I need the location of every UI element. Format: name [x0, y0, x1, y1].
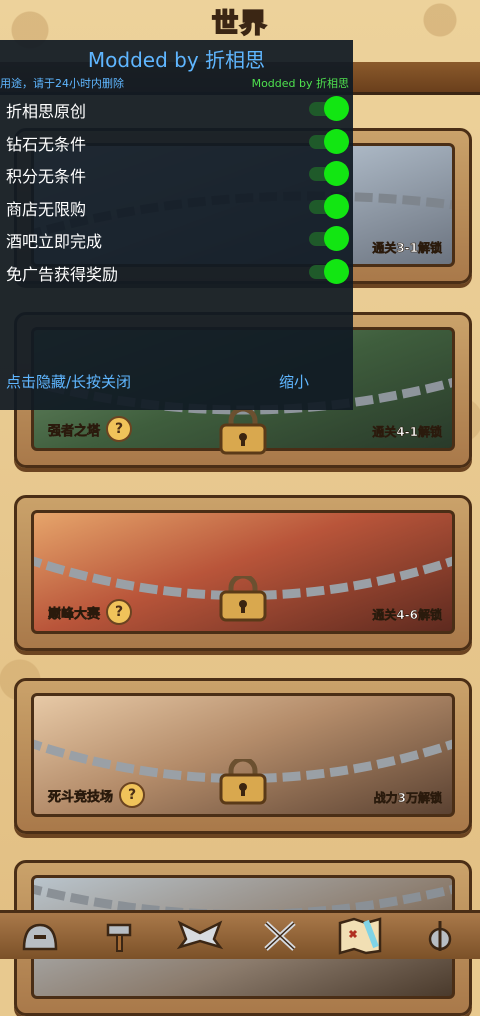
unlock-requirement: 通关4-1解锁	[372, 425, 442, 440]
mod-option-label: 免广告获得奖励	[6, 264, 119, 284]
mod-option-toggle[interactable]	[309, 128, 349, 155]
level-card-3[interactable]: 巅峰大赛 ? 通关4-6解锁	[14, 495, 472, 651]
help-icon[interactable]: ?	[106, 416, 133, 442]
unlock-requirement: 通关3-1解锁	[372, 241, 442, 256]
mod-option: 折相思原创	[0, 93, 353, 126]
mod-option-list: 折相思原创 钻石无条件 积分无条件 商店无限购 酒吧立即完成 免广告获得奖励	[0, 93, 353, 289]
mod-option: 免广告获得奖励	[0, 256, 353, 289]
mode-name: 强者之塔 ?	[48, 416, 133, 442]
padlock-icon	[219, 759, 267, 805]
mod-option-label: 酒吧立即完成	[6, 232, 103, 252]
mod-option-toggle[interactable]	[309, 96, 349, 122]
mod-option-toggle[interactable]	[309, 193, 349, 220]
mod-menu-panel: Modded by 折相思 用途，请于24小时内删除 Modded by 折相思…	[0, 40, 353, 410]
mod-option-toggle[interactable]	[309, 258, 349, 285]
gear-sword-icon[interactable]	[414, 916, 466, 956]
crossed-swords-icon[interactable]	[254, 916, 306, 956]
help-icon[interactable]: ?	[106, 599, 133, 625]
mode-name: 死斗竞技场 ?	[48, 782, 146, 808]
mod-option-label: 商店无限购	[6, 199, 87, 219]
mod-option-label: 折相思原创	[6, 102, 87, 121]
page-title: 世界	[211, 8, 268, 40]
helmet-icon[interactable]	[14, 916, 66, 956]
map-icon[interactable]	[334, 916, 386, 956]
mod-option: 积分无条件	[0, 158, 353, 191]
hide-close-button[interactable]: 点击隐藏/长按关闭	[6, 371, 131, 392]
mod-option: 钻石无条件	[0, 126, 353, 159]
bottom-nav	[0, 910, 480, 959]
mode-name: 巅峰大赛 ?	[48, 599, 133, 625]
hammer-icon[interactable]	[94, 916, 146, 956]
level-card-4[interactable]: 死斗竞技场 ? 战力3万解锁	[14, 678, 472, 834]
mod-menu-title: Modded by 折相思	[87, 48, 266, 72]
mod-option-toggle[interactable]	[309, 226, 349, 252]
mod-menu-warning: 用途，请于24小时内删除	[0, 77, 124, 90]
mod-option-label: 钻石无条件	[6, 134, 87, 154]
mod-option: 酒吧立即完成	[0, 223, 353, 256]
padlock-icon	[219, 576, 267, 622]
mod-menu-credit: Modded by 折相思	[251, 77, 349, 90]
mod-option: 商店无限购	[0, 191, 353, 224]
wings-icon[interactable]	[174, 916, 226, 956]
help-icon[interactable]: ?	[119, 782, 146, 808]
padlock-icon	[219, 409, 267, 455]
unlock-requirement: 战力3万解锁	[373, 791, 442, 806]
mod-option-toggle[interactable]	[309, 161, 349, 187]
mod-option-label: 积分无条件	[6, 167, 87, 187]
minimize-button[interactable]: 缩小	[279, 371, 309, 392]
unlock-requirement: 通关4-6解锁	[372, 608, 442, 623]
